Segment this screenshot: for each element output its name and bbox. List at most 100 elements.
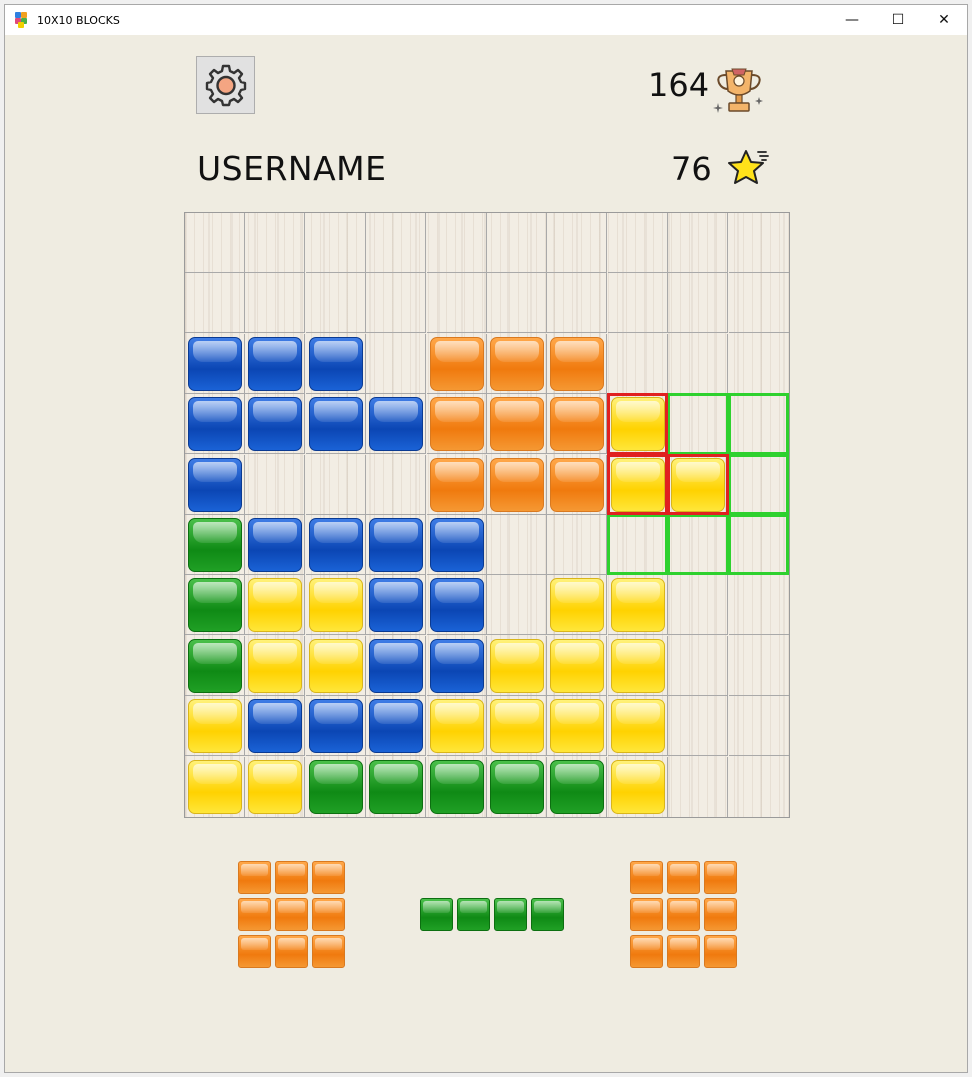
board-cell[interactable]	[426, 696, 487, 757]
board-cell[interactable]	[668, 696, 729, 757]
board-cell[interactable]	[487, 515, 547, 575]
board-cell[interactable]	[366, 635, 427, 696]
board-cell[interactable]	[668, 394, 729, 455]
board-cell[interactable]	[547, 515, 608, 575]
board-cell[interactable]	[245, 273, 306, 334]
board-cell[interactable]	[426, 635, 487, 696]
board-cell[interactable]	[245, 575, 306, 636]
board-cell[interactable]	[426, 273, 487, 334]
board-cell[interactable]	[305, 454, 366, 515]
board-cell[interactable]	[728, 455, 789, 515]
board-cell[interactable]	[366, 394, 427, 455]
board-cell[interactable]	[245, 394, 306, 455]
board-cell[interactable]	[668, 515, 729, 575]
tray-piece[interactable]	[419, 897, 567, 934]
board-cell[interactable]	[366, 696, 427, 757]
minimize-button[interactable]: —	[829, 5, 875, 35]
board-cell[interactable]	[728, 696, 789, 757]
board-cell[interactable]	[728, 213, 789, 273]
close-button[interactable]: ✕	[921, 5, 967, 35]
board-cell[interactable]	[607, 515, 668, 575]
board-cell[interactable]	[607, 333, 668, 394]
board-cell[interactable]	[728, 515, 789, 575]
board-cell[interactable]	[366, 454, 427, 515]
board-cell[interactable]	[547, 213, 608, 273]
maximize-button[interactable]: ☐	[875, 5, 921, 35]
tray-piece[interactable]	[629, 860, 740, 971]
board-cell[interactable]	[245, 696, 306, 757]
board-cell[interactable]	[728, 394, 789, 455]
board-cell[interactable]	[487, 454, 547, 515]
board-cell[interactable]	[547, 333, 608, 394]
board-cell[interactable]	[668, 213, 729, 273]
board-cell[interactable]	[426, 515, 487, 575]
board-cell[interactable]	[305, 696, 366, 757]
game-board[interactable]	[184, 212, 790, 818]
board-cell[interactable]	[426, 333, 487, 394]
board-cell[interactable]	[668, 575, 729, 636]
board-cell[interactable]	[305, 515, 366, 575]
board-cell[interactable]	[366, 756, 427, 817]
board-cell[interactable]	[547, 394, 608, 455]
board-cell[interactable]	[728, 334, 789, 394]
board-cell[interactable]	[185, 394, 245, 455]
board-cell[interactable]	[547, 273, 608, 334]
tray-piece[interactable]	[237, 860, 348, 971]
board-cell[interactable]	[426, 394, 487, 455]
board-cell[interactable]	[729, 757, 789, 817]
board-cell[interactable]	[728, 273, 789, 334]
board-cell[interactable]	[607, 635, 668, 696]
board-cell[interactable]	[607, 575, 668, 636]
board-cell[interactable]	[426, 454, 487, 515]
board-cell[interactable]	[547, 756, 608, 817]
board-cell[interactable]	[305, 333, 366, 394]
board-cell[interactable]	[185, 515, 245, 575]
board-cell[interactable]	[245, 333, 306, 394]
board-cell[interactable]	[487, 635, 547, 696]
board-cell[interactable]	[728, 636, 789, 696]
board-cell[interactable]	[185, 333, 245, 394]
board-cell[interactable]	[366, 213, 427, 273]
board-cell[interactable]	[305, 213, 366, 273]
board-cell[interactable]	[245, 213, 306, 273]
board-cell[interactable]	[487, 696, 547, 757]
board-cell[interactable]	[306, 756, 366, 817]
board-cell[interactable]	[547, 635, 608, 696]
board-cell[interactable]	[305, 575, 366, 636]
board-cell[interactable]	[487, 273, 547, 334]
board-cell[interactable]	[547, 696, 608, 757]
board-cell[interactable]	[305, 635, 366, 696]
board-cell[interactable]	[728, 575, 789, 636]
board-cell[interactable]	[487, 575, 547, 636]
board-cell[interactable]	[185, 635, 245, 696]
board-cell[interactable]	[607, 454, 668, 515]
board-cell[interactable]	[547, 454, 608, 515]
board-cell[interactable]	[185, 756, 245, 817]
board-cell[interactable]	[366, 273, 427, 334]
settings-button[interactable]	[196, 56, 255, 114]
board-cell[interactable]	[427, 756, 487, 817]
board-cell[interactable]	[607, 394, 668, 455]
board-cell[interactable]	[366, 575, 427, 636]
board-cell[interactable]	[487, 394, 547, 455]
board-cell[interactable]	[487, 333, 547, 394]
board-cell[interactable]	[305, 394, 366, 455]
board-cell[interactable]	[185, 454, 245, 515]
board-cell[interactable]	[245, 454, 306, 515]
board-cell[interactable]	[245, 756, 306, 817]
board-cell[interactable]	[487, 756, 547, 817]
board-cell[interactable]	[185, 696, 245, 757]
board-cell[interactable]	[426, 575, 487, 636]
board-cell[interactable]	[487, 213, 547, 273]
board-cell[interactable]	[305, 273, 366, 334]
board-cell[interactable]	[668, 635, 729, 696]
board-cell[interactable]	[426, 213, 487, 273]
board-cell[interactable]	[668, 756, 729, 817]
board-cell[interactable]	[366, 515, 427, 575]
board-cell[interactable]	[245, 635, 306, 696]
board-cell[interactable]	[245, 515, 306, 575]
board-cell[interactable]	[607, 213, 668, 273]
board-cell[interactable]	[608, 756, 668, 817]
board-cell[interactable]	[607, 696, 668, 757]
board-cell[interactable]	[185, 575, 245, 636]
